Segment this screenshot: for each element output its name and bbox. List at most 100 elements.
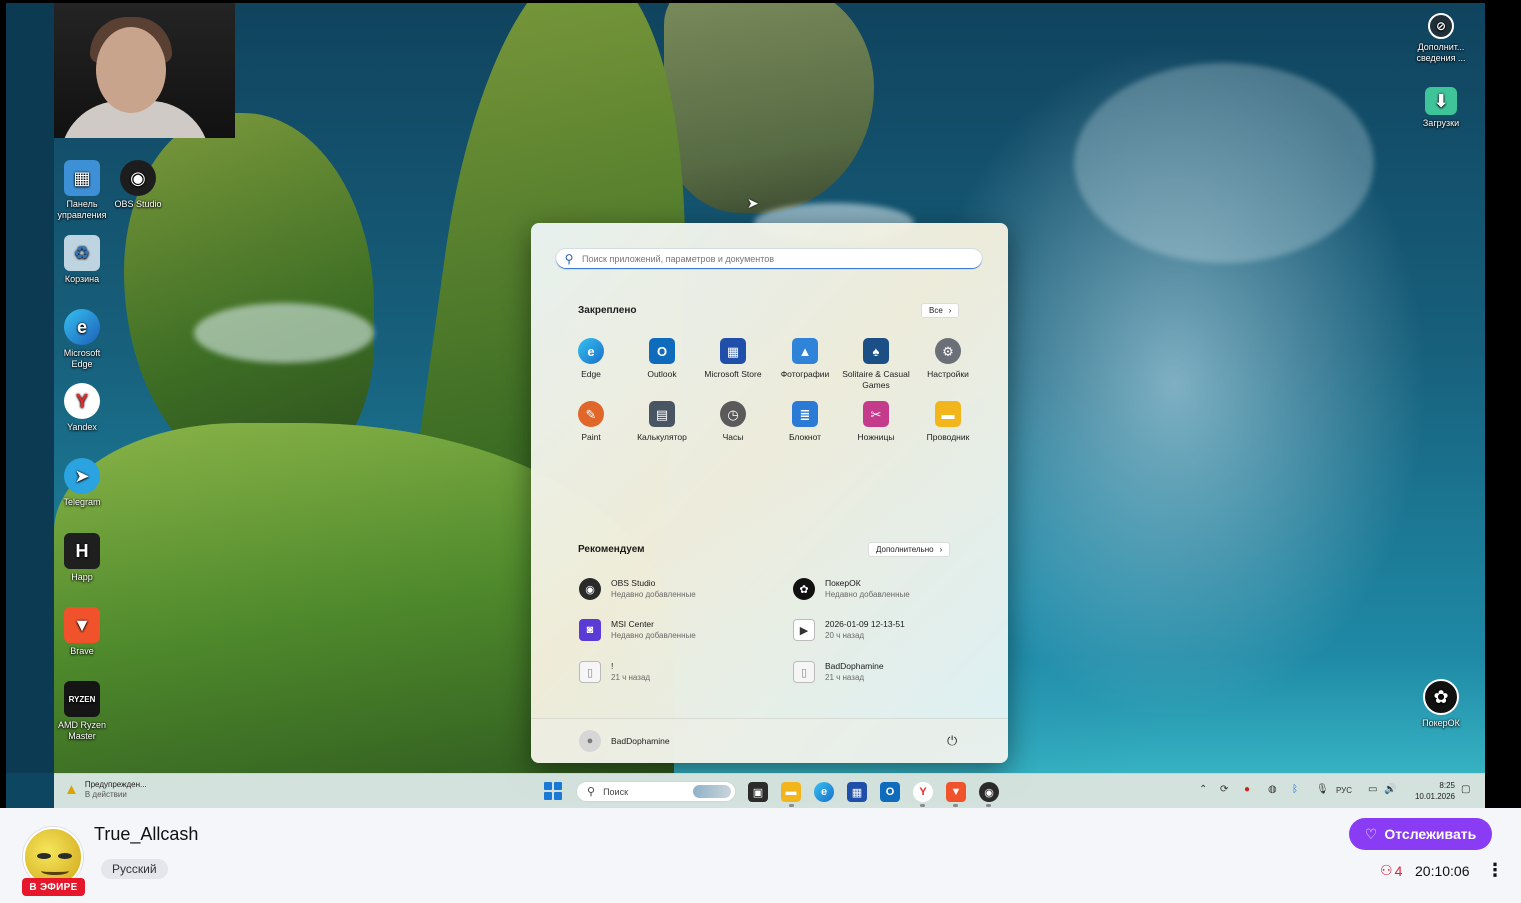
language-indicator[interactable]: РУС [1336, 786, 1352, 795]
running-indicator [953, 804, 958, 807]
all-apps-button[interactable]: Все › [921, 303, 960, 318]
follow-label: Отслеживать [1384, 826, 1477, 842]
pinned-app-notepad[interactable]: ≣ Блокнот [769, 401, 841, 443]
outlook-icon[interactable]: O [880, 782, 900, 802]
user-account-button[interactable]: ● BadDophamine [579, 730, 670, 752]
bluetooth-icon[interactable]: ᛒ [1292, 784, 1298, 795]
avatar-eye [58, 853, 72, 859]
wallpaper-foam [1074, 63, 1374, 263]
pinned-app-snipping[interactable]: ✂ Ножницы [840, 401, 912, 443]
explorer-icon: ▬ [935, 401, 961, 427]
recommended-item-name: BadDophamine [825, 661, 884, 671]
chevron-up-icon[interactable]: ⌃ [1199, 784, 1207, 795]
notification-center-icon[interactable]: ▢ [1461, 784, 1470, 795]
control-panel-icon: ▦ [64, 160, 100, 196]
chevron-right-icon: › [948, 306, 952, 315]
desktop-icon-recycle-bin[interactable]: ♻ Корзина [52, 235, 112, 285]
recommended-item-name: OBS Studio [611, 578, 656, 588]
desktop-icon-brave[interactable]: ▼ Brave [52, 607, 112, 657]
recommended-item-name: ПокерОК [825, 578, 861, 588]
pinned-app-calculator[interactable]: ▤ Калькулятор [626, 401, 698, 443]
taskbar-notification[interactable]: ▲ Предупрежден... В действии [64, 780, 147, 800]
pinned-app-label: Часы [722, 432, 744, 442]
desktop-icon-downloads[interactable]: ⬇ Загрузки [1411, 87, 1471, 129]
desktop-icon-label: Yandex [67, 422, 97, 432]
info-icon: ⊘ [1428, 13, 1454, 39]
running-indicator [789, 804, 794, 807]
recommended-item[interactable]: ▯ BadDophamine 21 ч назад [793, 657, 993, 687]
heart-icon: ♡ [1364, 825, 1378, 842]
pinned-app-settings[interactable]: ⚙ Настройки [912, 338, 984, 380]
app-tray-icon[interactable]: ◍ [1268, 784, 1277, 795]
brave-icon[interactable]: ▼ [946, 782, 966, 802]
channel-name[interactable]: True_Allcash [94, 824, 198, 845]
sync-icon[interactable]: ⟳ [1220, 784, 1228, 795]
msi-icon: ◙ [579, 619, 601, 641]
all-apps-label: Все [929, 306, 943, 315]
recommended-item-name: MSI Center [611, 619, 654, 629]
task-view-icon[interactable]: ▣ [748, 782, 768, 802]
pinned-app-label: Ножницы [857, 432, 895, 442]
desktop-icon-pokerok[interactable]: ✿ ПокерОК [1411, 679, 1471, 729]
desktop-icon-control-panel[interactable]: ▦ Панель управления [52, 160, 112, 221]
microphone-icon[interactable]: 🎙 [1316, 784, 1329, 795]
desktop-icon-info[interactable]: ⊘ Дополнит... сведения ... [1411, 13, 1471, 64]
recommended-item[interactable]: ✿ ПокерОК Недавно добавленные [793, 574, 993, 604]
explorer-icon[interactable]: ▬ [781, 782, 801, 802]
taskbar: ▲ Предупрежден... В действии ⚲ Поиск ▣ ▬… [54, 773, 1485, 808]
recommended-item[interactable]: ▯ ! 21 ч назад [579, 657, 779, 687]
store-icon[interactable]: ▦ [847, 782, 867, 802]
pinned-app-explorer[interactable]: ▬ Проводник [912, 401, 984, 443]
desktop-icon-edge[interactable]: e Microsoft Edge [52, 309, 112, 370]
pinned-app-clock[interactable]: ◷ Часы [697, 401, 769, 443]
desktop-icon-happ[interactable]: H Happ [52, 533, 112, 583]
search-icon: ⚲ [564, 252, 574, 266]
recommended-title: Рекомендуем [578, 544, 645, 555]
mouse-cursor-icon: ➤ [747, 195, 759, 211]
pinned-app-outlook[interactable]: O Outlook [626, 338, 698, 380]
viewer-count-value: 4 [1394, 862, 1403, 879]
stream-language-tag[interactable]: Русский [101, 859, 168, 879]
edge-icon: e [578, 338, 604, 364]
desktop-icon-label: OBS Studio [114, 199, 162, 209]
app-tray-icon[interactable]: ● [1244, 784, 1250, 795]
follow-button[interactable]: ♡ Отслеживать [1349, 818, 1492, 850]
notification-sub: В действии [84, 790, 127, 799]
notepad-icon: ≣ [792, 401, 818, 427]
yandex-icon[interactable]: Y [913, 782, 933, 802]
pinned-app-store[interactable]: ▦ Microsoft Store [697, 338, 769, 380]
start-button[interactable] [544, 782, 562, 800]
start-search-box[interactable]: ⚲ [555, 248, 983, 270]
pinned-app-edge[interactable]: e Edge [555, 338, 627, 380]
recommended-item[interactable]: ◉ OBS Studio Недавно добавленные [579, 574, 779, 604]
desktop-icon-yandex[interactable]: Y Yandex [52, 383, 112, 433]
paint-icon: ✎ [578, 401, 604, 427]
stream-video[interactable]: ▦ Панель управления ◉ OBS Studio ♻ Корзи… [6, 3, 1485, 808]
clock-icon: ◷ [720, 401, 746, 427]
desktop-icon-label: AMD Ryzen Master [57, 720, 106, 741]
running-indicator [920, 804, 925, 807]
recommended-item[interactable]: ▶ 2026-01-09 12-13-51 20 ч назад [793, 615, 993, 645]
recommended-item[interactable]: ◙ MSI Center Недавно добавленные [579, 615, 779, 645]
network-icon[interactable]: ▭ [1368, 784, 1377, 795]
desktop-icon-label: Дополнит... сведения ... [1416, 42, 1466, 63]
pinned-app-paint[interactable]: ✎ Paint [555, 401, 627, 443]
power-icon[interactable]: ⏻ [947, 733, 957, 749]
store-icon: ▦ [720, 338, 746, 364]
pinned-app-solitaire[interactable]: ♠ Solitaire & Casual Games [840, 338, 912, 391]
more-recommended-button[interactable]: Дополнительно › [868, 542, 951, 557]
downloads-folder-icon: ⬇ [1425, 87, 1457, 115]
start-search-input[interactable] [582, 254, 972, 264]
pinned-app-label: Проводник [926, 432, 970, 442]
obs-icon[interactable]: ◉ [979, 782, 999, 802]
desktop-icon-obs[interactable]: ◉ OBS Studio [108, 160, 168, 210]
pinned-app-photos[interactable]: ▲ Фотографии [769, 338, 841, 380]
taskbar-clock[interactable]: 8:25 10.01.2026 [1411, 780, 1455, 802]
volume-icon[interactable]: 🔊 [1384, 784, 1396, 795]
desktop-icon-ryzen-master[interactable]: RYZEN AMD Ryzen Master [52, 681, 112, 742]
edge-icon[interactable]: e [814, 782, 834, 802]
desktop-icon-telegram[interactable]: ➤ Telegram [52, 458, 112, 508]
taskbar-search[interactable]: ⚲ Поиск [576, 781, 736, 802]
more-options-icon[interactable]: ⋮ [1486, 860, 1504, 881]
desktop-icon-label: Microsoft Edge [63, 348, 101, 369]
